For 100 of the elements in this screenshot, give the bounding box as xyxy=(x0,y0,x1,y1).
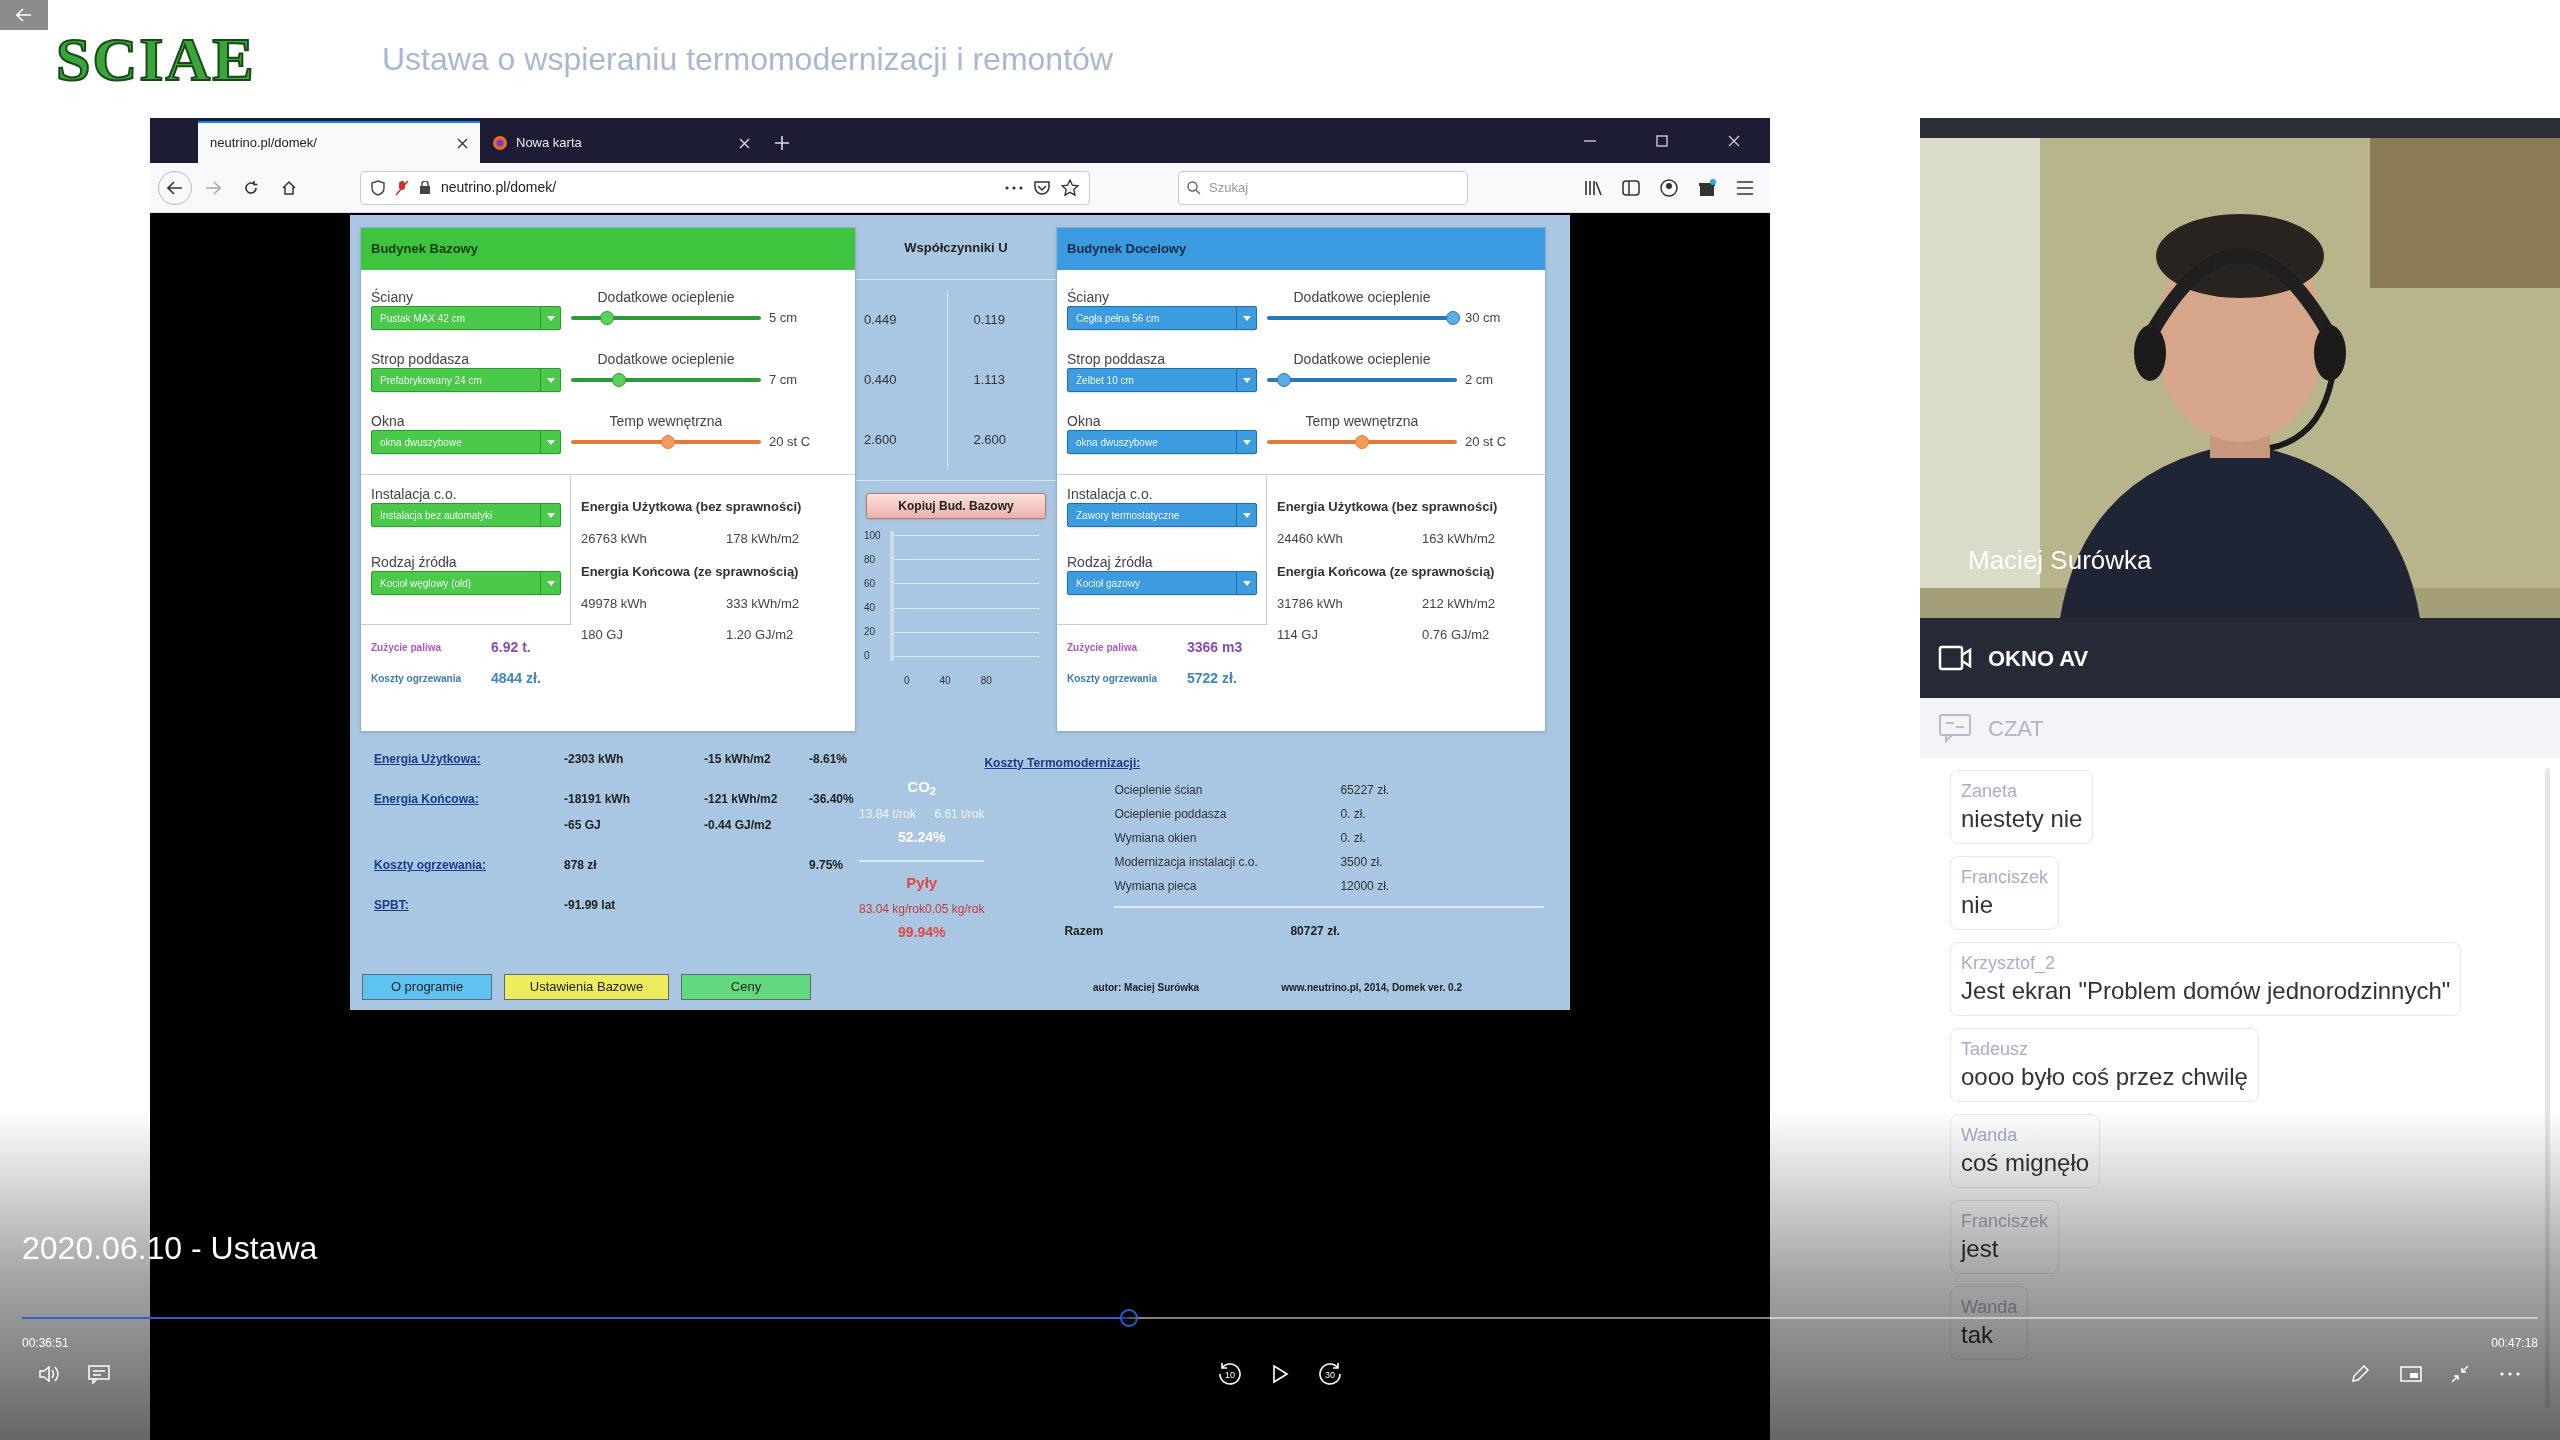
slider-thumb[interactable] xyxy=(1446,310,1461,325)
scrollbar[interactable] xyxy=(2545,768,2550,1408)
footer-button[interactable]: Ustawienia Bazowe xyxy=(504,974,669,1000)
emission-label: CO$_{2}$ xyxy=(907,777,937,799)
slider-thumb[interactable] xyxy=(660,434,675,449)
copy-button[interactable]: Kopiuj Bud. Bazowy xyxy=(866,493,1046,519)
axis-label: 20 xyxy=(864,627,876,637)
caret-icon xyxy=(546,512,555,518)
library-icon[interactable] xyxy=(1584,179,1602,196)
caret-icon xyxy=(1242,315,1251,321)
slider-thumb[interactable] xyxy=(1355,434,1369,449)
energy-value: 212 kWh/m2 xyxy=(1422,594,1495,613)
slider-value: 30 cm xyxy=(1465,309,1501,327)
axis-label: 40 xyxy=(864,603,876,613)
slider-thumb[interactable] xyxy=(1277,372,1292,387)
menu-icon[interactable] xyxy=(1736,180,1754,195)
search-input[interactable]: Szukaj xyxy=(1209,177,1439,198)
more-icon[interactable] xyxy=(1005,185,1023,190)
maximize-icon xyxy=(1656,134,1668,147)
summary-value: -121 kWh/m2 xyxy=(704,791,778,808)
browser-tab[interactable]: neutrino.pl/domek/ xyxy=(198,121,480,163)
summary-link[interactable]: Koszty ogrzewania: xyxy=(374,856,487,874)
volume-icon[interactable] xyxy=(38,1364,60,1384)
slider[interactable] xyxy=(1267,310,1457,325)
caret-icon xyxy=(546,439,555,445)
shrink-icon[interactable] xyxy=(2450,1364,2470,1384)
emission-value: 6.61 t/rok xyxy=(934,805,985,823)
sidebar-icon[interactable] xyxy=(1622,179,1640,196)
summary-link[interactable]: Energia Końcowa: xyxy=(374,790,479,808)
energy-value: 163 kWh/m2 xyxy=(1422,529,1495,548)
footer-button[interactable]: O programie xyxy=(362,974,492,1000)
av-window-bar[interactable]: OKNO AV xyxy=(1920,618,2560,698)
energy-value: 0.76 GJ/m2 xyxy=(1422,626,1490,644)
caret-icon xyxy=(1242,439,1251,445)
slider-value: 20 st C xyxy=(769,433,811,451)
slider[interactable] xyxy=(571,310,761,325)
field-label: Instalacja c.o. xyxy=(371,485,457,503)
slider[interactable] xyxy=(571,434,761,449)
minimize-icon xyxy=(1584,139,1596,142)
message-author: Krzysztof_2 xyxy=(1961,952,2056,975)
message-text: jest xyxy=(1961,1234,1999,1264)
cost-item-label: Modernizacja instalacji c.o. xyxy=(1114,854,1258,871)
home-icon xyxy=(281,179,297,196)
close-icon[interactable] xyxy=(457,137,468,149)
captions-icon[interactable] xyxy=(88,1364,110,1384)
field-label: Instalacja c.o. xyxy=(1067,485,1153,503)
cost-item-value: 65227 zł. xyxy=(1340,782,1390,799)
logo: SCIAE xyxy=(56,25,256,93)
summary-value: -18191 kWh xyxy=(564,791,631,808)
energy-value: 178 kWh/m2 xyxy=(726,529,799,548)
slider-thumb[interactable] xyxy=(611,372,626,387)
costs-link[interactable]: Koszty Termomodernizacji: xyxy=(984,754,1141,772)
cost-label: Koszty ogrzewania xyxy=(371,672,463,686)
total-time: 00:47:18 xyxy=(2491,1335,2538,1352)
rewind-button[interactable]: 10 xyxy=(1216,1360,1244,1388)
slider-label: Dodatkowe ocieplenie xyxy=(596,350,736,368)
summary-value: 878 zł xyxy=(564,857,597,874)
slider[interactable] xyxy=(1267,434,1457,449)
pencil-icon[interactable] xyxy=(2350,1364,2370,1384)
search-field[interactable]: Szukaj xyxy=(1178,170,1468,205)
star-icon[interactable] xyxy=(1061,178,1079,197)
shield-icon xyxy=(371,179,385,196)
video-camera-icon xyxy=(1938,645,1972,671)
message-text: nie xyxy=(1961,890,1994,920)
footer-button[interactable]: Ceny xyxy=(681,974,811,1000)
caret-icon xyxy=(546,377,555,383)
cost-item-value: 12000 zł. xyxy=(1340,878,1390,895)
reload-icon xyxy=(243,179,259,196)
axis-label: 40 xyxy=(939,674,951,688)
slider-label: Dodatkowe ocieplenie xyxy=(596,288,736,306)
slider[interactable] xyxy=(571,372,761,387)
summary-link[interactable]: SPBT: xyxy=(374,896,409,914)
emission-label: Pyły xyxy=(906,872,938,893)
chat-label: CZAT xyxy=(1988,714,2044,743)
browser-tab[interactable]: Nowa karta xyxy=(480,121,762,163)
fuel-label: Zużycie paliwa xyxy=(1067,641,1139,655)
forward-button[interactable]: 30 xyxy=(1316,1360,1344,1388)
pocket-icon[interactable] xyxy=(1033,179,1051,196)
url-field[interactable]: neutrino.pl/domek/ xyxy=(360,170,1090,205)
summary-value: -0.44 GJ/m2 xyxy=(704,817,772,834)
u-value: 2.600 xyxy=(864,431,897,450)
slider[interactable] xyxy=(1267,372,1457,387)
seek-thumb[interactable] xyxy=(1120,1309,1139,1327)
fuel-value: 3366 m3 xyxy=(1187,638,1243,657)
search-icon xyxy=(1187,180,1201,195)
play-icon[interactable] xyxy=(1270,1364,1290,1384)
emission-percent: 52.24% xyxy=(897,827,946,847)
gift-icon[interactable] xyxy=(1698,178,1716,197)
field-label: Strop poddasza xyxy=(1067,350,1166,368)
message-author: Zaneta xyxy=(1961,780,2018,803)
cost-value: 5722 zł. xyxy=(1187,669,1237,688)
crossed-microphone-icon xyxy=(395,179,409,196)
slider-thumb[interactable] xyxy=(600,310,615,325)
back-button[interactable] xyxy=(0,0,48,30)
av-window-label: OKNO AV xyxy=(1988,644,2089,673)
account-icon[interactable] xyxy=(1660,178,1678,197)
summary-link[interactable]: Energia Użytkowa: xyxy=(374,750,481,768)
cost-item-label: Ocieplenie ścian xyxy=(1114,782,1203,799)
field-label: Rodzaj źródła xyxy=(1067,553,1153,571)
mini-player-icon[interactable] xyxy=(2400,1366,2422,1382)
